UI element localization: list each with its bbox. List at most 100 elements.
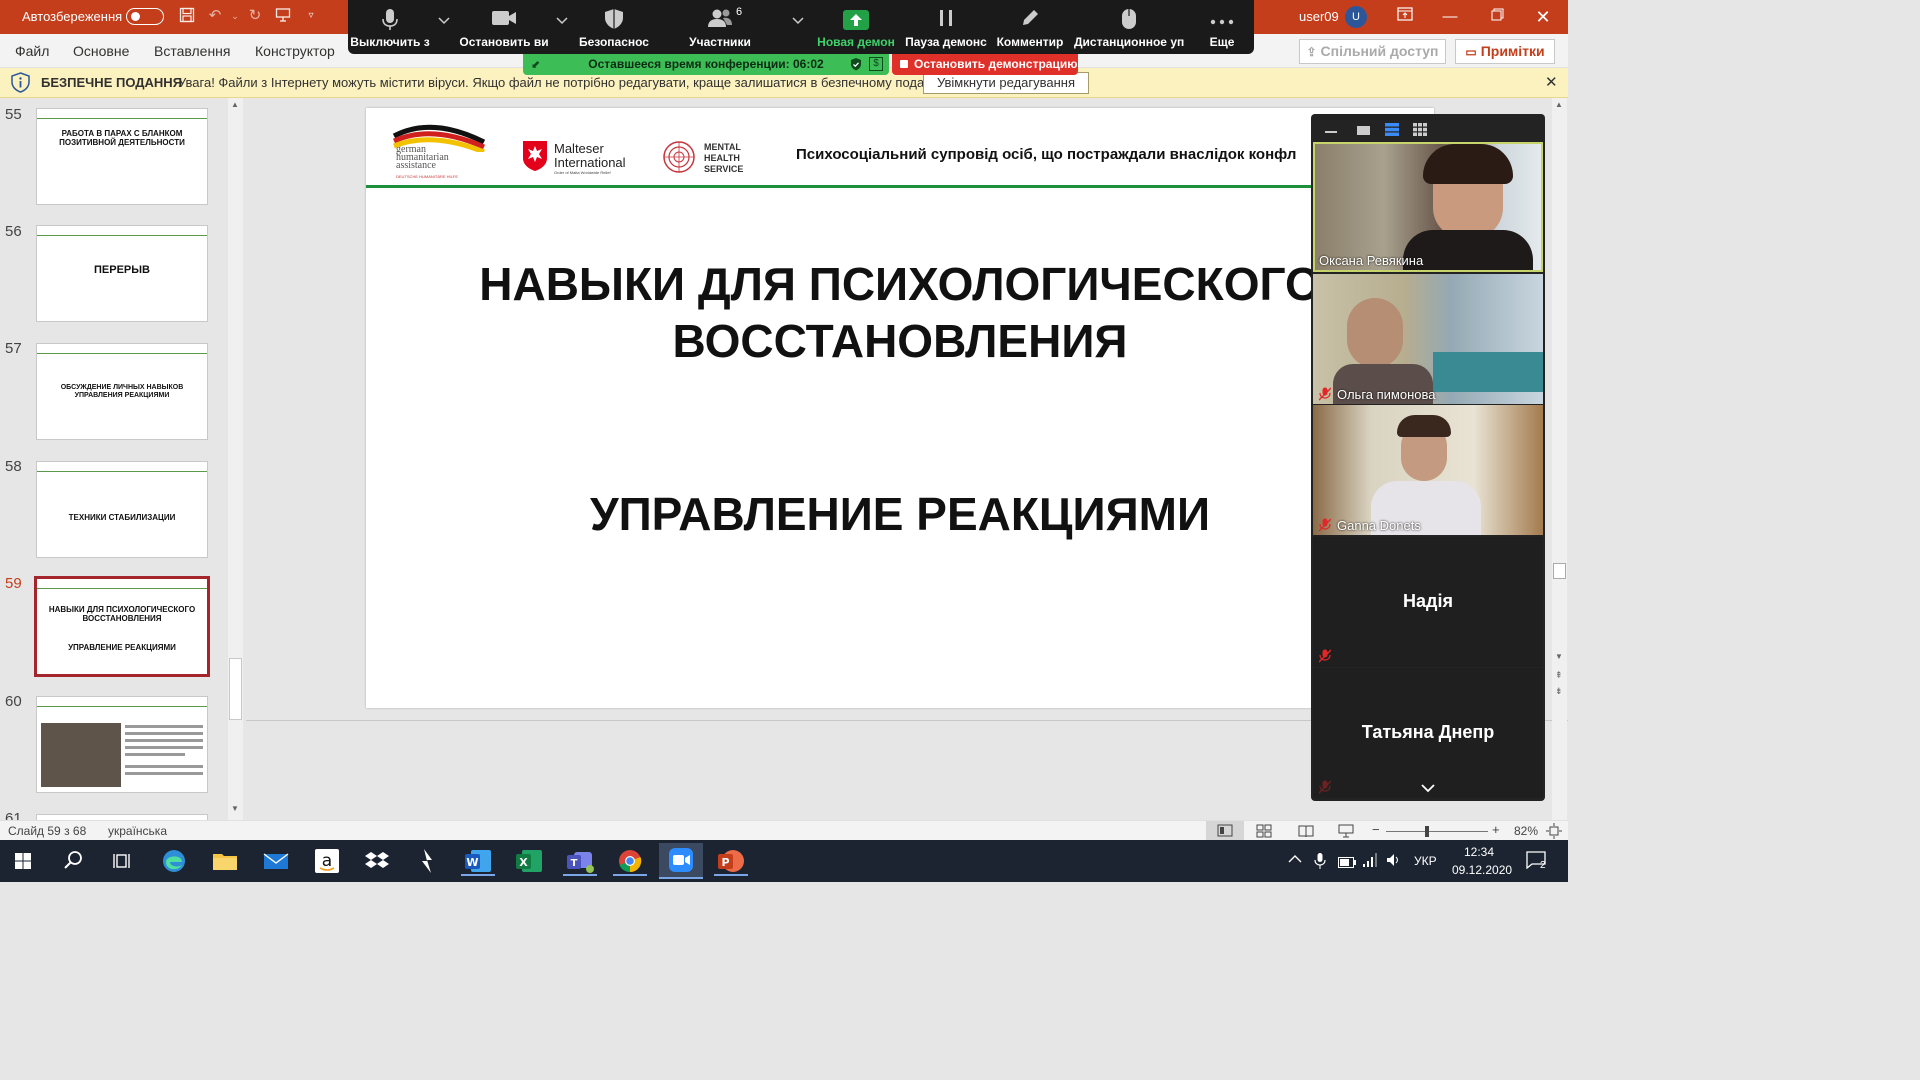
dropbox-icon[interactable] — [360, 846, 394, 876]
scroll-thumb[interactable] — [229, 658, 242, 720]
task-view-icon[interactable] — [106, 846, 140, 876]
participants-button[interactable]: 6 Участники — [678, 0, 762, 54]
notes-button[interactable]: ▭ Примітки — [1455, 39, 1555, 64]
minimize-video-icon[interactable] — [1325, 131, 1337, 133]
enable-editing-button[interactable]: Увімкнути редагування — [923, 72, 1089, 94]
keyboard-language[interactable]: УКР — [1414, 854, 1437, 868]
logo-text: MENTAL — [704, 142, 741, 152]
zoom-slider[interactable] — [1386, 831, 1488, 832]
share-button[interactable]: ⇪ Спільний доступ — [1299, 39, 1446, 64]
more-button[interactable]: Еще — [1194, 0, 1250, 54]
tab-design[interactable]: Конструктор — [255, 43, 335, 59]
close-bar-icon[interactable]: ✕ — [1545, 73, 1558, 91]
restore-icon[interactable] — [1484, 4, 1510, 30]
zoom-in-icon[interactable]: + — [1492, 822, 1500, 837]
teams-icon[interactable]: T — [563, 846, 597, 876]
app-bolt-icon[interactable] — [410, 846, 444, 876]
network-signal-icon[interactable] — [1362, 852, 1378, 873]
strip-view-icon[interactable] — [1385, 123, 1399, 136]
slide-scrollbar[interactable]: ▲ ▼ ⇞ ⇟ — [1552, 98, 1567, 820]
battery-icon[interactable] — [1338, 855, 1356, 873]
zoom-level[interactable]: 82% — [1514, 824, 1538, 838]
powerpoint-icon[interactable]: P — [714, 846, 748, 876]
save-icon[interactable] — [178, 7, 196, 25]
slide-thumbnail-59[interactable]: НАВЫКИ ДЛЯ ПСИХОЛОГИЧЕСКОГО ВОССТАНОВЛЕН… — [34, 576, 210, 677]
scroll-down-chevron-icon[interactable] — [1421, 780, 1435, 793]
zoom-slider-thumb[interactable] — [1425, 826, 1429, 837]
stop-share-label: Остановить демонстрацию — [914, 57, 1078, 71]
word-icon[interactable]: W — [461, 846, 495, 876]
german-humanitarian-assistance-logo: german humanitarian assistance DEUTSCHE … — [390, 122, 490, 180]
next-slide-icon[interactable]: ⇟ — [1555, 686, 1563, 697]
show-hidden-icons-chevron-icon[interactable] — [1288, 853, 1302, 867]
ribbon-display-icon[interactable] — [1392, 4, 1418, 30]
present-from-start-icon[interactable] — [274, 7, 292, 25]
security-button[interactable]: Безопаснос — [572, 0, 656, 54]
scroll-up-icon[interactable]: ▲ — [231, 100, 239, 109]
tab-home[interactable]: Основне — [73, 43, 129, 59]
edge-browser-icon[interactable] — [157, 846, 191, 876]
stop-video-button[interactable]: Остановить ви — [458, 0, 550, 54]
new-share-button[interactable]: Новая демон — [814, 0, 898, 54]
slide-sorter-icon[interactable] — [1256, 824, 1272, 841]
amazon-icon[interactable]: a — [310, 846, 344, 876]
participant-video-tile[interactable]: Ganna Donets — [1313, 405, 1543, 535]
normal-view-icon[interactable] — [1206, 821, 1244, 841]
undo-dropdown-icon[interactable]: ⌄ — [226, 7, 244, 25]
autosave-toggle[interactable] — [126, 8, 164, 25]
remote-control-button[interactable]: Дистанционное уп — [1074, 0, 1184, 54]
stop-share-button[interactable]: Остановить демонстрацию — [892, 54, 1078, 75]
pause-share-button[interactable]: Пауза демонс — [904, 0, 988, 54]
annotate-button[interactable]: Комментир — [994, 0, 1066, 54]
clock-date[interactable]: 09.12.2020 — [1452, 863, 1512, 877]
thumbnail-scrollbar[interactable]: ▲ ▼ — [228, 98, 243, 820]
mute-button[interactable]: Выключить з — [348, 0, 432, 54]
scroll-up-icon[interactable]: ▲ — [1555, 100, 1563, 109]
slide-thumbnail-57[interactable]: ОБСУЖДЕНИЕ ЛИЧНЫХ НАВЫКОВ УПРАВЛЕНИЯ РЕА… — [36, 343, 208, 440]
speaker-view-icon[interactable] — [1357, 126, 1370, 135]
language-indicator[interactable]: українська — [108, 824, 167, 838]
mail-icon[interactable] — [259, 846, 293, 876]
slide-thumbnail-60[interactable] — [36, 696, 208, 793]
avatar[interactable]: U — [1345, 6, 1367, 28]
tab-insert[interactable]: Вставлення — [154, 43, 231, 59]
search-icon[interactable] — [56, 846, 90, 876]
video-camera-icon — [491, 8, 517, 33]
mouse-icon — [1121, 8, 1137, 35]
undo-icon[interactable]: ↶ — [206, 7, 224, 25]
minimize-icon[interactable]: — — [1437, 4, 1463, 30]
audio-options-chevron-icon[interactable] — [438, 16, 450, 28]
redo-icon[interactable]: ↻ — [246, 7, 264, 25]
participant-tile-no-video[interactable]: Татьяна Днепр — [1313, 668, 1543, 798]
microphone-tray-icon[interactable] — [1314, 852, 1326, 875]
participant-video-tile[interactable]: Ольга пимонова — [1313, 274, 1543, 404]
zoom-app-icon[interactable] — [659, 843, 703, 879]
customize-toolbar-icon[interactable]: ▿ — [302, 7, 320, 25]
file-explorer-icon[interactable] — [208, 846, 242, 876]
video-options-chevron-icon[interactable] — [556, 16, 568, 28]
scroll-down-icon[interactable]: ▼ — [231, 804, 239, 813]
chrome-icon[interactable] — [613, 846, 647, 876]
excel-icon[interactable]: X — [512, 846, 546, 876]
clock-time[interactable]: 12:34 — [1464, 845, 1494, 859]
scroll-thumb[interactable] — [1553, 563, 1566, 579]
scroll-down-icon[interactable]: ▼ — [1555, 652, 1563, 661]
participant-video-tile[interactable]: Оксана Ревякина — [1313, 142, 1543, 272]
slide-thumbnail-56[interactable]: ПЕРЕРЫВ — [36, 225, 208, 322]
slideshow-icon[interactable] — [1338, 824, 1354, 841]
previous-slide-icon[interactable]: ⇞ — [1555, 670, 1563, 681]
slide-thumbnail-55[interactable]: РАБОТА В ПАРАХ С БЛАНКОМ ПОЗИТИВНОЙ ДЕЯТ… — [36, 108, 208, 205]
participants-options-chevron-icon[interactable] — [792, 16, 804, 28]
close-icon[interactable]: ✕ — [1530, 4, 1556, 30]
slide-title-line-2: ВОССТАНОВЛЕНИЯ — [672, 315, 1128, 367]
zoom-out-icon[interactable]: − — [1372, 822, 1380, 837]
tab-file[interactable]: Файл — [15, 43, 49, 59]
reading-view-icon[interactable] — [1298, 824, 1314, 841]
slide-thumbnail-58[interactable]: ТЕХНИКИ СТАБИЛИЗАЦИИ — [36, 461, 208, 558]
volume-icon[interactable] — [1386, 852, 1402, 873]
participant-tile-no-video[interactable]: Надія — [1313, 537, 1543, 667]
user-name[interactable]: user09 — [1299, 9, 1339, 24]
windows-start-icon[interactable] — [6, 846, 40, 876]
slide-canvas[interactable]: german humanitarian assistance DEUTSCHE … — [366, 108, 1434, 708]
gallery-view-icon[interactable] — [1413, 123, 1427, 136]
